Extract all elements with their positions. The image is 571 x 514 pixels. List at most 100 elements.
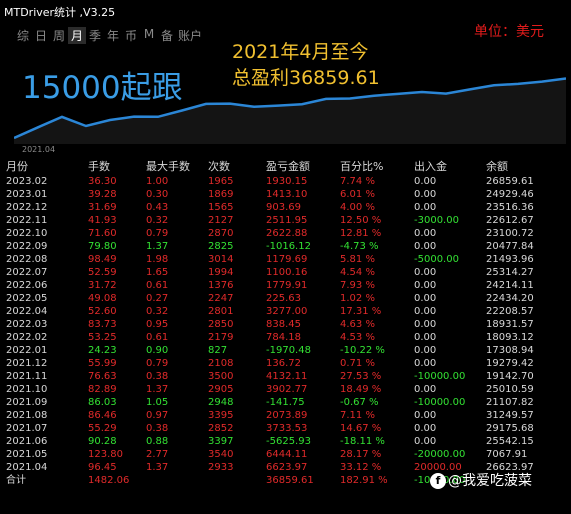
column-header[interactable]: 最大手数 bbox=[146, 158, 208, 175]
table-row[interactable]: 2021.05 123.80 2.77 3540 6444.11 28.17 % -2000… bbox=[0, 448, 571, 461]
table-header-row: 月份 手数 最大手数 次数 盈亏金额 百分比% 出入金 余额 bbox=[0, 158, 571, 175]
table-cell: 2021.07 bbox=[6, 423, 48, 434]
column-header[interactable]: 次数 bbox=[208, 158, 266, 175]
column-header[interactable]: 月份 bbox=[0, 158, 88, 175]
table-row[interactable]: 2021.12 55.99 0.79 2108 136.72 0.71 % 0.00 1927… bbox=[0, 357, 571, 370]
table-cell: 21107.82 bbox=[486, 397, 534, 408]
table-row[interactable]: 2022.02 53.25 0.61 2179 784.18 4.53 % 0.00 1809… bbox=[0, 331, 571, 344]
column-header[interactable]: 余额 bbox=[486, 158, 571, 175]
table-cell: 2021.05 bbox=[6, 449, 48, 460]
table-cell: -1016.12 bbox=[266, 241, 311, 252]
column-header[interactable]: 出入金 bbox=[414, 158, 486, 175]
table-cell: 1.65 bbox=[146, 267, 169, 278]
table-cell: 0.90 bbox=[146, 345, 169, 356]
table-cell: 0.00 bbox=[414, 228, 437, 239]
total-cell: 182.91 % bbox=[340, 475, 388, 486]
total-cell: 1482.06 bbox=[88, 475, 130, 486]
table-cell: 2801 bbox=[208, 306, 234, 317]
table-cell: 49.08 bbox=[88, 293, 117, 304]
table-cell: 0.79 bbox=[146, 358, 169, 369]
title-bar: MTDriver统计 ,V3.25 bbox=[0, 0, 571, 22]
table-cell: -1970.48 bbox=[266, 345, 311, 356]
table-cell: 2933 bbox=[208, 462, 234, 473]
table-cell: 12.81 % bbox=[340, 228, 382, 239]
table-row[interactable]: 2022.08 98.49 1.98 3014 1179.69 5.81 % -5000.0… bbox=[0, 253, 571, 266]
tab-8[interactable]: 备 bbox=[158, 27, 176, 44]
table-row[interactable]: 2022.07 52.59 1.65 1994 1100.16 4.54 % 0.00 253… bbox=[0, 266, 571, 279]
table-cell: 36.30 bbox=[88, 176, 117, 187]
table-row[interactable]: 2022.03 83.73 0.95 2850 838.45 4.63 % 0.00 1893… bbox=[0, 318, 571, 331]
table-cell: 31.69 bbox=[88, 202, 117, 213]
table-cell: 2022.04 bbox=[6, 306, 48, 317]
tab-3[interactable]: 月 bbox=[68, 27, 86, 44]
table-cell: 1.05 bbox=[146, 397, 169, 408]
table-cell: 1779.91 bbox=[266, 280, 308, 291]
table-row[interactable]: 2022.11 41.93 0.32 2127 2511.95 12.50 % -3000.… bbox=[0, 214, 571, 227]
table-cell: 86.03 bbox=[88, 397, 117, 408]
table-cell: -20000.00 bbox=[414, 449, 466, 460]
table-cell: 0.97 bbox=[146, 410, 169, 421]
table-cell: 29175.68 bbox=[486, 423, 534, 434]
table-row[interactable]: 2021.08 86.46 0.97 3395 2073.89 7.11 % 0.00 312… bbox=[0, 409, 571, 422]
table-row[interactable]: 2022.09 79.80 1.37 2825 -1016.12 -4.73 % 0.00 2… bbox=[0, 240, 571, 253]
table-cell: 4.54 % bbox=[340, 267, 375, 278]
table-cell: 0.00 bbox=[414, 241, 437, 252]
table-cell: 0.00 bbox=[414, 436, 437, 447]
table-row[interactable]: 2022.05 49.08 0.27 2247 225.63 1.02 % 0.00 2243… bbox=[0, 292, 571, 305]
column-header[interactable]: 百分比% bbox=[340, 158, 414, 175]
tab-9[interactable]: 账户 bbox=[176, 27, 204, 44]
tab-4[interactable]: 季 bbox=[86, 27, 104, 44]
table-row[interactable]: 2021.07 55.29 0.38 2852 3733.53 14.67 % 0.00 29… bbox=[0, 422, 571, 435]
table-cell: 0.00 bbox=[414, 267, 437, 278]
tab-7[interactable]: M bbox=[140, 27, 158, 44]
column-header[interactable]: 手数 bbox=[88, 158, 146, 175]
chart-date-label: 2021.04 bbox=[22, 145, 56, 154]
table-cell: 1.00 bbox=[146, 176, 169, 187]
table-cell: 5.81 % bbox=[340, 254, 375, 265]
tab-6[interactable]: 币 bbox=[122, 27, 140, 44]
table-row[interactable]: 2023.01 39.28 0.30 1869 1413.10 6.01 % 0.00 249… bbox=[0, 188, 571, 201]
table-cell: 0.00 bbox=[414, 384, 437, 395]
table-cell: 90.28 bbox=[88, 436, 117, 447]
table-cell: 17308.94 bbox=[486, 345, 534, 356]
watermark-logo-icon: f bbox=[430, 473, 446, 489]
table-row[interactable]: 2021.09 86.03 1.05 2948 -141.75 -0.67 % -10000… bbox=[0, 396, 571, 409]
tab-2[interactable]: 周 bbox=[50, 27, 68, 44]
tab-1[interactable]: 日 bbox=[32, 27, 50, 44]
table-row[interactable]: 2022.06 31.72 0.61 1376 1779.91 7.93 % 0.00 242… bbox=[0, 279, 571, 292]
table-row[interactable]: 2021.11 76.63 0.38 3500 4132.11 27.53 % -10000… bbox=[0, 370, 571, 383]
table-cell: 2127 bbox=[208, 215, 234, 226]
total-cell bbox=[146, 474, 208, 487]
table-cell: 1930.15 bbox=[266, 176, 308, 187]
table-cell: 7.93 % bbox=[340, 280, 375, 291]
table-row[interactable]: 2022.12 31.69 0.43 1565 903.69 4.00 % 0.00 2351… bbox=[0, 201, 571, 214]
table-cell: 24214.11 bbox=[486, 280, 534, 291]
tab-0[interactable]: 综 bbox=[14, 27, 32, 44]
table-cell: 1994 bbox=[208, 267, 234, 278]
table-cell: 4132.11 bbox=[266, 371, 308, 382]
table-cell: 6623.97 bbox=[266, 462, 308, 473]
column-header[interactable]: 盈亏金额 bbox=[266, 158, 340, 175]
table-cell: 2022.07 bbox=[6, 267, 48, 278]
table-cell: 20477.84 bbox=[486, 241, 534, 252]
table-row[interactable]: 2022.10 71.60 0.79 2870 2622.88 12.81 % 0.00 23… bbox=[0, 227, 571, 240]
tab-5[interactable]: 年 bbox=[104, 27, 122, 44]
table-row[interactable]: 2022.01 24.23 0.90 827 -1970.48 -10.22 % 0.00 1… bbox=[0, 344, 571, 357]
table-cell: 2023.02 bbox=[6, 176, 48, 187]
table-row[interactable]: 2022.04 52.60 0.32 2801 3277.00 17.31 % 0.00 22… bbox=[0, 305, 571, 318]
table-cell: 2022.12 bbox=[6, 202, 48, 213]
table-cell: 96.45 bbox=[88, 462, 117, 473]
table-cell: 1869 bbox=[208, 189, 234, 200]
table-cell: 83.73 bbox=[88, 319, 117, 330]
table-row[interactable]: 2021.10 82.89 1.37 2905 3902.77 18.49 % 0.00 25… bbox=[0, 383, 571, 396]
table-cell: 0.30 bbox=[146, 189, 169, 200]
table-cell: 2021.11 bbox=[6, 371, 48, 382]
table-row[interactable]: 2023.02 36.30 1.00 1965 1930.15 7.74 % 0.00 268… bbox=[0, 175, 571, 188]
table-row[interactable]: 2021.06 90.28 0.88 3397 -5625.93 -18.11 % 0.00… bbox=[0, 435, 571, 448]
table-cell: 2022.10 bbox=[6, 228, 48, 239]
table-cell: 24929.46 bbox=[486, 189, 534, 200]
table-cell: 17.31 % bbox=[340, 306, 382, 317]
table-cell: 2247 bbox=[208, 293, 234, 304]
table-cell: 25314.27 bbox=[486, 267, 534, 278]
table-cell: 2022.08 bbox=[6, 254, 48, 265]
